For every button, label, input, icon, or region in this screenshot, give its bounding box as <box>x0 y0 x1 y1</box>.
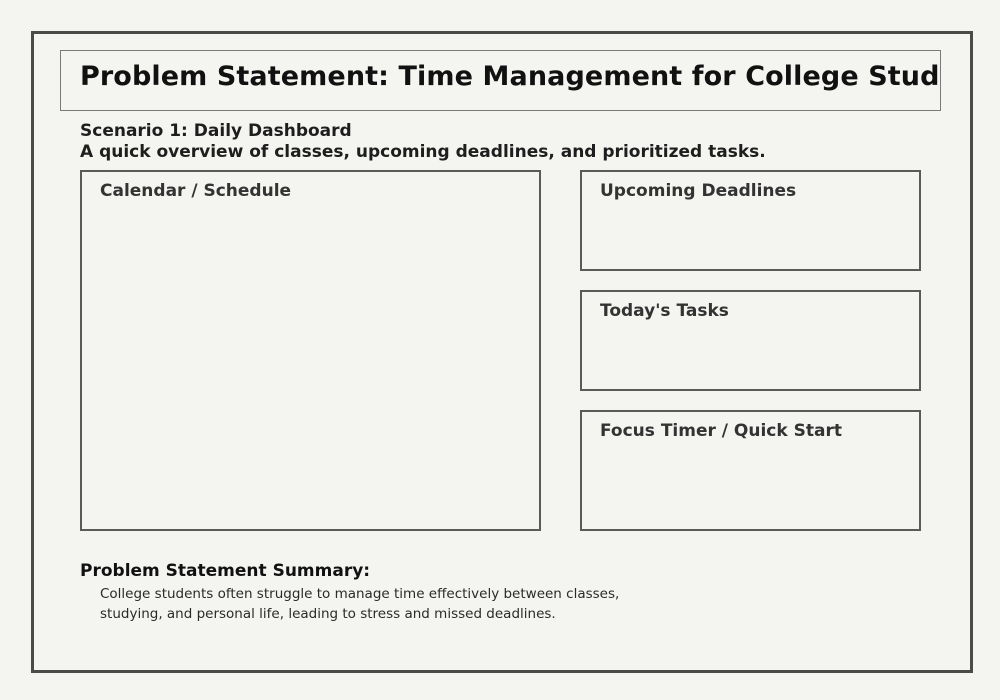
focus-timer-label: Focus Timer / Quick Start <box>600 421 842 441</box>
summary-text-line: studying, and personal life, leading to … <box>100 606 556 622</box>
scenario-title: Scenario 1: Daily Dashboard <box>80 121 352 141</box>
summary-text-line: College students often struggle to manag… <box>100 586 620 602</box>
calendar-schedule-label: Calendar / Schedule <box>100 181 292 201</box>
summary-heading: Problem Statement Summary: <box>80 561 371 581</box>
upcoming-deadlines-panel[interactable]: Upcoming Deadlines <box>580 170 921 271</box>
todays-tasks-label: Today's Tasks <box>600 301 729 321</box>
focus-timer-panel[interactable]: Focus Timer / Quick Start <box>580 410 921 531</box>
calendar-schedule-panel[interactable]: Calendar / Schedule <box>80 170 541 531</box>
todays-tasks-panel[interactable]: Today's Tasks <box>580 290 921 391</box>
page-title: Problem Statement: Time Management for C… <box>80 61 941 92</box>
title-banner: Problem Statement: Time Management for C… <box>60 50 941 111</box>
scenario-description: A quick overview of classes, upcoming de… <box>80 142 766 162</box>
upcoming-deadlines-label: Upcoming Deadlines <box>600 181 797 201</box>
